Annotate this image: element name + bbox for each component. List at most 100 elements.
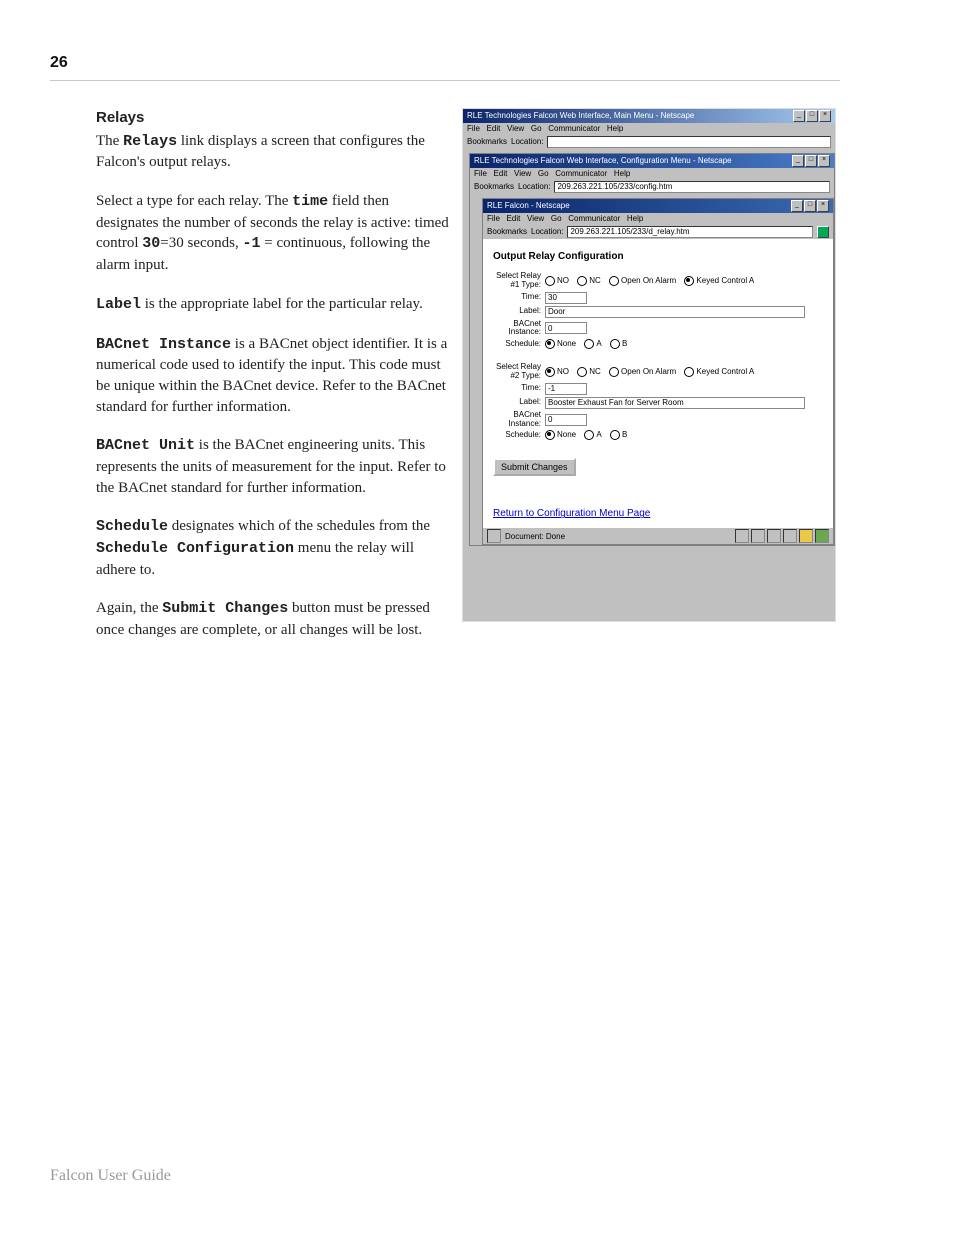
radio-icon[interactable] (545, 276, 555, 286)
relay-1-label-input[interactable] (545, 306, 805, 318)
status-tray-icon[interactable] (815, 529, 829, 543)
status-text: Document: Done (505, 532, 565, 541)
submit-changes-button[interactable]: Submit Changes (493, 458, 576, 476)
bacnet-instance-term: BACnet Instance (96, 336, 231, 353)
radio-label: NO (557, 276, 569, 285)
relay-1-time-input[interactable] (545, 292, 587, 304)
radio-label: B (622, 430, 627, 439)
radio-label: NC (589, 367, 601, 376)
status-tray-icon[interactable] (783, 529, 797, 543)
bacnet-instance-label: BACnet Instance: (493, 411, 545, 429)
window-2-address[interactable]: 209.263.221.105/233/config.htm (554, 181, 830, 193)
section-heading: Relays (96, 108, 452, 129)
radio-label: A (596, 430, 601, 439)
window-controls-icon[interactable]: _ □ × (791, 200, 829, 212)
radio-label: Open On Alarm (621, 276, 676, 285)
submit-changes-term: Submit Changes (162, 600, 288, 617)
bookmarks-icon[interactable]: Bookmarks (474, 180, 514, 194)
radio-icon[interactable] (684, 367, 694, 377)
radio-label: Keyed Control A (696, 276, 754, 285)
status-tray-icon[interactable] (735, 529, 749, 543)
paragraph-5: BACnet Unit is the BACnet engineering un… (96, 435, 452, 498)
status-icon (487, 529, 501, 543)
window-2-toolbar[interactable]: Bookmarks Location: 209.263.221.105/233/… (470, 180, 834, 194)
relay-2-type-row: Select Relay #2 Type: NO NC Open On Alar… (493, 363, 823, 381)
window-2-menubar[interactable]: File Edit View Go Communicator Help (470, 168, 834, 180)
maximize-icon[interactable]: □ (806, 110, 818, 122)
radio-icon[interactable] (545, 430, 555, 440)
footer: Falcon User Guide (50, 1167, 171, 1185)
window-1-menubar[interactable]: File Edit View Go Communicator Help (463, 123, 835, 135)
window-controls-icon[interactable]: _ □ × (792, 155, 830, 167)
relay-1-type-label: Select Relay #1 Type: (493, 272, 545, 290)
label-term: Label (96, 296, 141, 313)
window-1-toolbar[interactable]: Bookmarks Location: (463, 135, 835, 149)
bookmarks-icon[interactable]: Bookmarks (467, 135, 507, 149)
relay-2-label-input[interactable] (545, 397, 805, 409)
radio-icon[interactable] (584, 430, 594, 440)
status-bar: Document: Done (483, 527, 833, 544)
paragraph-2: Select a type for each relay. The time f… (96, 191, 452, 276)
relay-2-time-input[interactable] (545, 383, 587, 395)
radio-label: None (557, 430, 576, 439)
window-2: RLE Technologies Falcon Web Interface, C… (469, 153, 835, 546)
window-3-menubar[interactable]: File Edit View Go Communicator Help (483, 213, 833, 225)
schedule-term: Schedule (96, 518, 168, 535)
window-3-toolbar[interactable]: Bookmarks Location: 209.263.221.105/233/… (483, 225, 833, 239)
radio-label: NO (557, 367, 569, 376)
window-1-title: RLE Technologies Falcon Web Interface, M… (467, 109, 694, 123)
schedule-config-term: Schedule Configuration (96, 540, 294, 557)
page-number: 26 (50, 54, 68, 72)
radio-icon[interactable] (684, 276, 694, 286)
time-label: Time: (493, 293, 545, 302)
window-1-titlebar[interactable]: RLE Technologies Falcon Web Interface, M… (463, 109, 835, 123)
window-controls-icon[interactable]: _ □ × (793, 110, 831, 122)
status-tray-icon[interactable] (767, 529, 781, 543)
radio-icon[interactable] (545, 367, 555, 377)
minimize-icon[interactable]: _ (792, 155, 804, 167)
radio-label: Open On Alarm (621, 367, 676, 376)
close-icon[interactable]: × (817, 200, 829, 212)
window-3-titlebar[interactable]: RLE Falcon - Netscape _ □ × (483, 199, 833, 213)
screenshot-figure: RLE Technologies Falcon Web Interface, M… (462, 108, 836, 622)
paragraph-6: Schedule designates which of the schedul… (96, 516, 452, 580)
radio-icon[interactable] (577, 276, 587, 286)
top-rule (50, 80, 840, 81)
window-2-title: RLE Technologies Falcon Web Interface, C… (474, 154, 732, 168)
status-tray-icon[interactable] (799, 529, 813, 543)
close-icon[interactable]: × (819, 110, 831, 122)
radio-label: B (622, 339, 627, 348)
relay-2-bacnet-input[interactable] (545, 414, 587, 426)
radio-label: NC (589, 276, 601, 285)
window-3-title: RLE Falcon - Netscape (487, 199, 570, 213)
paragraph-7: Again, the Submit Changes button must be… (96, 598, 452, 640)
bookmarks-icon[interactable]: Bookmarks (487, 225, 527, 239)
close-icon[interactable]: × (818, 155, 830, 167)
radio-icon[interactable] (577, 367, 587, 377)
minimize-icon[interactable]: _ (791, 200, 803, 212)
radio-icon[interactable] (609, 276, 619, 286)
relay-2-type-label: Select Relay #2 Type: (493, 363, 545, 381)
location-label: Location: (511, 135, 543, 149)
window-3: RLE Falcon - Netscape _ □ × File Edit Vi… (482, 198, 834, 545)
radio-icon[interactable] (584, 339, 594, 349)
maximize-icon[interactable]: □ (804, 200, 816, 212)
paragraph-3: Label is the appropriate label for the p… (96, 294, 452, 316)
radio-icon[interactable] (610, 430, 620, 440)
radio-icon[interactable] (610, 339, 620, 349)
status-tray-icon[interactable] (751, 529, 765, 543)
window-3-address[interactable]: 209.263.221.105/233/d_relay.htm (567, 226, 813, 238)
radio-label: None (557, 339, 576, 348)
minimize-icon[interactable]: _ (793, 110, 805, 122)
return-link[interactable]: Return to Configuration Menu Page (493, 508, 650, 519)
radio-icon[interactable] (545, 339, 555, 349)
radio-icon[interactable] (609, 367, 619, 377)
window-1-address[interactable] (547, 136, 831, 148)
location-label: Location: (531, 225, 563, 239)
relay-1-bacnet-input[interactable] (545, 322, 587, 334)
maximize-icon[interactable]: □ (805, 155, 817, 167)
window-2-titlebar[interactable]: RLE Technologies Falcon Web Interface, C… (470, 154, 834, 168)
go-icon[interactable] (817, 226, 829, 238)
relay-1-type-row: Select Relay #1 Type: NO NC Open On Alar… (493, 272, 823, 290)
schedule-label: Schedule: (493, 340, 545, 349)
